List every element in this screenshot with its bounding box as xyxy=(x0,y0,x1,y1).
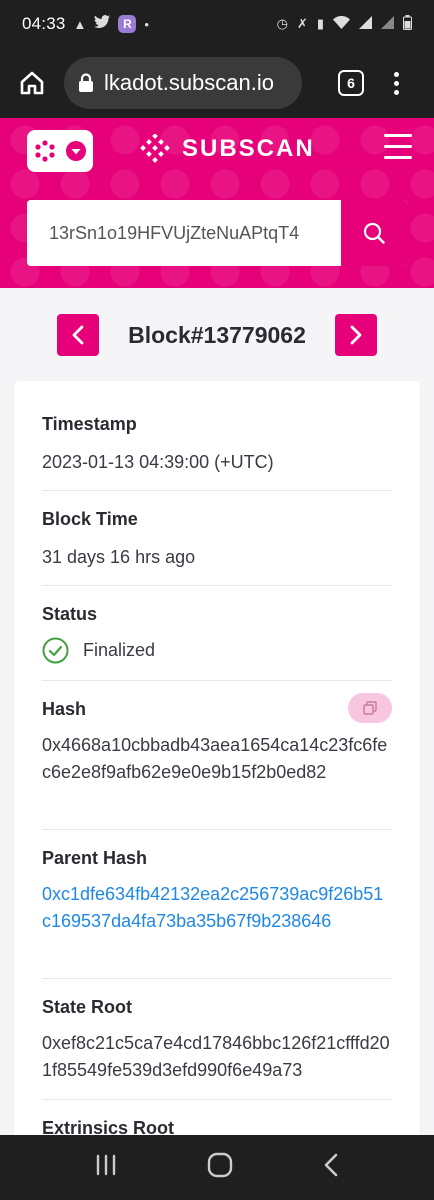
network-selector[interactable] xyxy=(27,130,93,172)
signal-icon-2 xyxy=(381,16,394,32)
next-block-button[interactable] xyxy=(335,314,377,356)
hash-label: Hash xyxy=(42,699,87,719)
status-field: Status Finalized xyxy=(42,586,392,681)
home-circle-icon xyxy=(207,1152,233,1178)
block-time-label: Block Time xyxy=(42,509,138,529)
subscan-logo[interactable]: SUBSCAN xyxy=(138,134,315,164)
previous-block-button[interactable] xyxy=(57,314,99,356)
search-input[interactable] xyxy=(27,200,339,266)
back-button[interactable] xyxy=(322,1152,340,1183)
check-circle-icon xyxy=(42,637,69,664)
browser-menu-button[interactable] xyxy=(394,71,399,95)
state-root-value: 0xef8c21c5ca7e4cd17846bbc126f21cfffd201f… xyxy=(42,1033,390,1080)
chevron-left-icon xyxy=(72,325,84,345)
parent-hash-label: Parent Hash xyxy=(42,848,148,868)
block-details-card: Timestamp 2023-01-13 04:39:00 (+UTC) Blo… xyxy=(14,381,420,1161)
recent-apps-button[interactable] xyxy=(94,1154,118,1181)
polkadot-icon xyxy=(35,140,55,162)
search-icon xyxy=(363,222,385,244)
lock-icon xyxy=(78,73,94,93)
hash-field: Hash 0x4668a10cbbadb43aea1654ca14c23fc6f… xyxy=(42,681,392,830)
status-label: Status xyxy=(42,604,98,624)
tab-switcher-button[interactable]: 6 xyxy=(338,70,364,96)
wifi-icon xyxy=(333,15,350,32)
block-title: Block#13779062 xyxy=(128,321,306,348)
search-button[interactable] xyxy=(339,200,407,266)
home-button[interactable] xyxy=(12,63,52,103)
block-time-value: 31 days 16 hrs ago xyxy=(42,547,196,567)
alarm-icon: ◷ xyxy=(276,16,288,31)
mute-icon: ✗ xyxy=(296,16,308,31)
status-value: Finalized xyxy=(83,640,156,660)
timestamp-value: 2023-01-13 04:39:00 (+UTC) xyxy=(42,452,274,472)
state-root-label: State Root xyxy=(42,997,132,1017)
search-box xyxy=(27,200,407,266)
block-navigation: Block#13779062 xyxy=(0,314,434,356)
signal-icon xyxy=(359,16,372,32)
twitter-icon xyxy=(94,14,111,34)
parent-hash-field: Parent Hash 0xc1dfe634fb42132ea2c256739a… xyxy=(42,830,392,979)
timestamp-label: Timestamp xyxy=(42,414,137,434)
parent-hash-link[interactable]: 0xc1dfe634fb42132ea2c256739ac9f26b51c169… xyxy=(42,881,392,935)
battery-saver-icon: ▮ xyxy=(316,16,324,31)
chevron-down-icon xyxy=(66,141,86,161)
subscan-logo-icon xyxy=(140,134,170,163)
home-nav-button[interactable] xyxy=(207,1152,233,1183)
logo-text: SUBSCAN xyxy=(182,135,315,162)
home-icon xyxy=(20,71,44,95)
status-time: 04:33 xyxy=(22,14,66,33)
upload-icon: ▲ xyxy=(73,16,87,32)
android-nav-bar xyxy=(0,1135,434,1200)
hash-value: 0x4668a10cbbadb43aea1654ca14c23fc6fec6e2… xyxy=(42,735,388,782)
address-bar[interactable]: lkadot.subscan.io xyxy=(64,57,302,109)
back-icon xyxy=(324,1153,337,1177)
copy-hash-button[interactable] xyxy=(348,693,392,723)
block-time-field: Block Time 31 days 16 hrs ago xyxy=(42,491,392,586)
browser-toolbar: lkadot.subscan.io 6 xyxy=(0,48,434,118)
state-root-field: State Root 0xef8c21c5ca7e4cd17846bbc126f… xyxy=(42,979,392,1100)
site-header: SUBSCAN xyxy=(0,118,434,288)
dot-icon: • xyxy=(144,16,149,32)
recent-apps-icon xyxy=(97,1154,116,1176)
r-app-icon: R xyxy=(118,15,137,33)
chevron-right-icon xyxy=(350,325,362,345)
extrinsics-root-field: Extrinsics Root xyxy=(42,1100,392,1139)
hamburger-menu-button[interactable] xyxy=(384,134,412,159)
copy-icon xyxy=(363,701,377,715)
url-text: lkadot.subscan.io xyxy=(104,70,274,95)
timestamp-field: Timestamp 2023-01-13 04:39:00 (+UTC) xyxy=(42,381,392,491)
status-bar: 04:33 ▲ R • ◷ ✗ ▮ xyxy=(0,0,434,48)
battery-icon xyxy=(403,15,412,33)
